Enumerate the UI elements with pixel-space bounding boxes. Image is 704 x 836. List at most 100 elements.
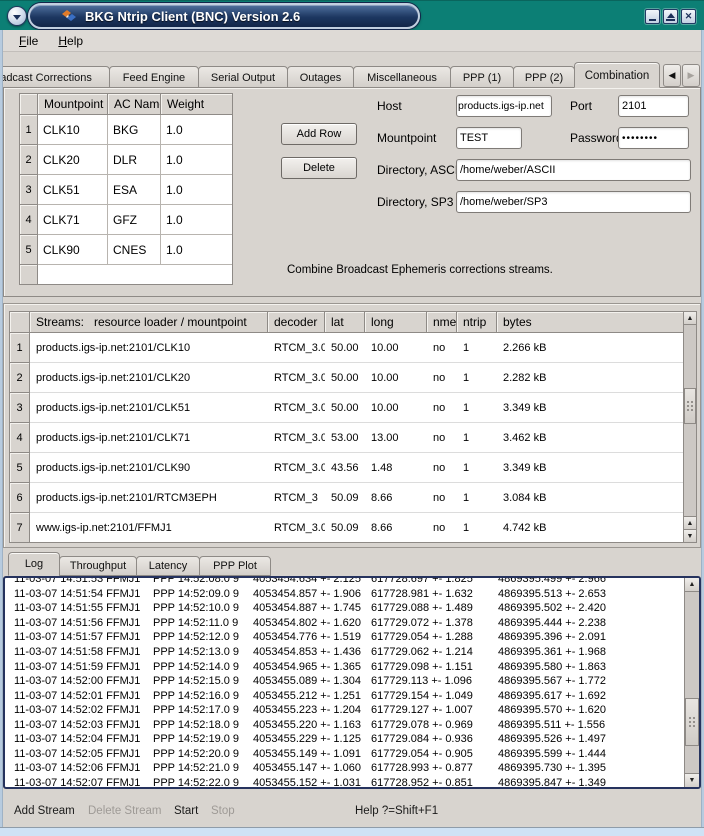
row-number[interactable]: 1 <box>20 115 38 145</box>
menu-file[interactable]: File <box>15 33 42 49</box>
tab-log[interactable]: Log <box>8 552 60 576</box>
add-stream-button[interactable]: Add Stream <box>14 805 75 817</box>
cell-weight[interactable]: 1.0 <box>161 235 232 265</box>
tab-outages[interactable]: Outages <box>287 66 354 88</box>
tab-ppp-plot[interactable]: PPP Plot <box>199 556 271 576</box>
window-buttons: ✕ <box>645 9 696 24</box>
cell-mountpoint[interactable]: CLK90 <box>38 235 108 265</box>
log-col-4: 4869395.513 +- 2.653 <box>498 588 682 600</box>
delete-stream-button[interactable]: Delete Stream <box>88 805 162 817</box>
cell-ac-name[interactable]: GFZ <box>108 205 161 235</box>
cell-weight[interactable]: 1.0 <box>161 205 232 235</box>
add-row-button[interactable]: Add Row <box>281 123 357 145</box>
cell-mountpoint[interactable]: CLK10 <box>38 115 108 145</box>
cell-ac-name[interactable]: ESA <box>108 175 161 205</box>
col-header-mountpoint[interactable]: Mountpoint <box>38 94 108 115</box>
stream-row[interactable]: 1products.igs-ip.net:2101/CLK10RTCM_3.05… <box>10 333 684 363</box>
menu-help[interactable]: Help <box>54 33 87 49</box>
row-number[interactable]: 5 <box>20 235 38 265</box>
mountpoint-label: Mountpoint <box>377 131 436 145</box>
cell-decoder: RTCM_3 <box>268 483 325 513</box>
mountpoint-input[interactable] <box>456 127 522 149</box>
tab-scroll-right-button[interactable]: ▶ <box>682 64 700 87</box>
cell-mountpoint[interactable]: CLK51 <box>38 175 108 205</box>
stop-button[interactable]: Stop <box>211 805 235 817</box>
log-scrollbar[interactable]: ▲ ▼ <box>684 578 699 787</box>
cell-ac-name[interactable]: DLR <box>108 145 161 175</box>
tab-combination[interactable]: Combination <box>574 62 660 88</box>
log-col-3: 617729.054 +- 0.905 <box>371 748 498 760</box>
log-col-3: 617729.072 +- 1.378 <box>371 617 498 629</box>
col-header-bytes[interactable]: bytes <box>497 312 684 333</box>
col-header-lat[interactable]: lat <box>325 312 365 333</box>
directory-ascii-input[interactable] <box>456 159 691 181</box>
cell-weight[interactable]: 1.0 <box>161 175 232 205</box>
window-menu-button[interactable] <box>7 6 27 26</box>
row-number[interactable]: 4 <box>10 423 30 453</box>
stream-row[interactable]: 6products.igs-ip.net:2101/RTCM3EPHRTCM_3… <box>10 483 684 513</box>
cell-ac-name[interactable]: BKG <box>108 115 161 145</box>
cell-decoder: RTCM_3.0 <box>268 393 325 423</box>
tab-miscellaneous[interactable]: Miscellaneous <box>353 66 451 88</box>
col-header-decoder[interactable]: decoder <box>268 312 325 333</box>
cell-decoder: RTCM_3.0 <box>268 453 325 483</box>
stream-row[interactable]: 7www.igs-ip.net:2101/FFMJ1RTCM_3.050.098… <box>10 513 684 543</box>
row-number[interactable]: 1 <box>10 333 30 363</box>
scroll-down-button[interactable]: ▼ <box>684 529 696 542</box>
scroll-down-button[interactable]: ▼ <box>685 773 699 787</box>
cell-weight[interactable]: 1.0 <box>161 115 232 145</box>
scrollbar-thumb[interactable] <box>684 388 696 424</box>
streams-scrollbar[interactable]: ▲ ▲ ▼ <box>683 311 697 543</box>
scroll-up-button-2[interactable]: ▲ <box>684 516 696 529</box>
stream-row[interactable]: 4products.igs-ip.net:2101/CLK71RTCM_3.05… <box>10 423 684 453</box>
delete-button[interactable]: Delete <box>281 157 357 179</box>
log-view[interactable]: 11-03-07 14:51:53 FFMJ1PPP 14:52:08.0 94… <box>3 576 701 789</box>
tab-ppp-1[interactable]: PPP (1) <box>450 66 514 88</box>
tab-ppp-2[interactable]: PPP (2) <box>513 66 575 88</box>
password-input[interactable] <box>618 127 689 149</box>
tab-scroll-left-button[interactable]: ◀ <box>663 64 681 87</box>
row-number[interactable]: 4 <box>20 205 38 235</box>
stream-row[interactable]: 2products.igs-ip.net:2101/CLK20RTCM_3.05… <box>10 363 684 393</box>
col-header-nmea[interactable]: nmea <box>427 312 457 333</box>
maximize-icon <box>666 13 675 21</box>
col-header-streams[interactable]: Streams: resource loader / mountpoint <box>30 312 268 333</box>
cell-mountpoint[interactable]: CLK71 <box>38 205 108 235</box>
col-header-ac-name[interactable]: AC Name <box>108 94 161 115</box>
log-col-3: 617728.952 +- 0.851 <box>371 777 498 789</box>
row-number[interactable]: 3 <box>20 175 38 205</box>
row-number[interactable]: 7 <box>10 513 30 543</box>
stream-row[interactable]: 5products.igs-ip.net:2101/CLK90RTCM_3.04… <box>10 453 684 483</box>
scroll-up-button[interactable]: ▲ <box>685 578 699 592</box>
port-input[interactable] <box>618 95 689 117</box>
minimize-button[interactable] <box>645 9 660 24</box>
tab-throughput[interactable]: Throughput <box>59 556 137 576</box>
cell-ntrip: 1 <box>457 333 497 363</box>
row-number[interactable]: 6 <box>10 483 30 513</box>
col-header-long[interactable]: long <box>365 312 427 333</box>
log-col-1: PPP 14:52:17.0 9 <box>153 704 253 716</box>
row-number[interactable]: 3 <box>10 393 30 423</box>
row-number[interactable]: 2 <box>20 145 38 175</box>
row-number[interactable]: 2 <box>10 363 30 393</box>
host-input[interactable] <box>456 95 552 117</box>
tab-latency[interactable]: Latency <box>136 556 200 576</box>
close-button[interactable]: ✕ <box>681 9 696 24</box>
scrollbar-thumb[interactable] <box>685 698 699 746</box>
stream-row[interactable]: 3products.igs-ip.net:2101/CLK51RTCM_3.05… <box>10 393 684 423</box>
titlebar[interactable]: BKG Ntrip Client (BNC) Version 2.6 ✕ <box>0 0 704 30</box>
col-header-weight[interactable]: Weight <box>161 94 232 115</box>
tab-serial-output[interactable]: Serial Output <box>198 66 288 88</box>
maximize-button[interactable] <box>663 9 678 24</box>
log-col-1: PPP 14:52:10.0 9 <box>153 602 253 614</box>
tab-broadcast-corrections[interactable]: Broadcast Corrections <box>3 66 110 88</box>
col-header-ntrip[interactable]: ntrip <box>457 312 497 333</box>
tab-feed-engine[interactable]: Feed Engine <box>109 66 199 88</box>
scroll-up-button[interactable]: ▲ <box>684 312 696 325</box>
row-number[interactable]: 5 <box>10 453 30 483</box>
cell-ac-name[interactable]: CNES <box>108 235 161 265</box>
cell-weight[interactable]: 1.0 <box>161 145 232 175</box>
cell-mountpoint[interactable]: CLK20 <box>38 145 108 175</box>
start-button[interactable]: Start <box>174 805 198 817</box>
directory-sp3-input[interactable] <box>456 191 691 213</box>
